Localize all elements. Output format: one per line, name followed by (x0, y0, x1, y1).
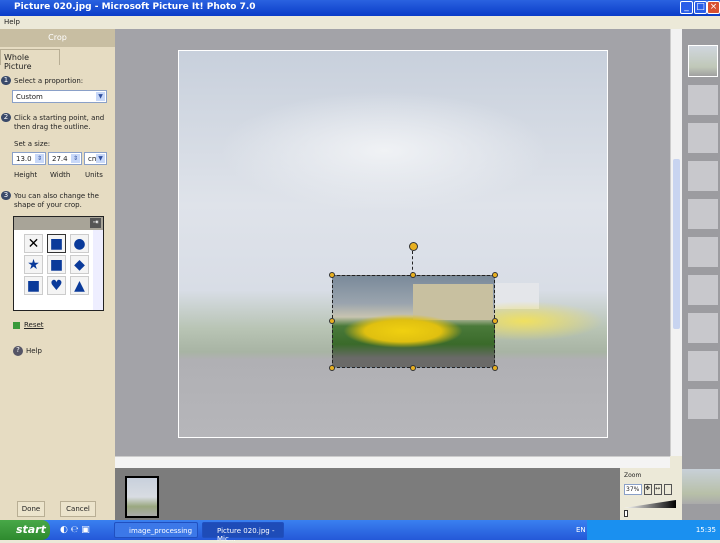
language-indicator[interactable]: EN (576, 526, 586, 534)
shape-rectangle[interactable]: ■ (47, 234, 66, 253)
filmstrip-thumbnail[interactable] (125, 476, 159, 518)
units-label: Units (85, 171, 103, 179)
step-2-badge: 2 (1, 113, 11, 122)
shape-circle[interactable]: ● (70, 234, 89, 253)
system-tray: 15:35 (587, 520, 720, 540)
crop-handle-n[interactable] (410, 272, 416, 278)
crop-handle-e[interactable] (492, 318, 498, 324)
help-link[interactable]: Help (26, 347, 42, 356)
photo-clouds (219, 91, 549, 211)
crop-handle-nw[interactable] (329, 272, 335, 278)
actual-size-icon[interactable] (664, 484, 672, 495)
gallery-header: ⇥ (14, 217, 103, 230)
crop-handle-w[interactable] (329, 318, 335, 324)
minimize-button[interactable]: _ (680, 1, 693, 14)
reset-link[interactable]: Reset (24, 321, 44, 330)
menu-help[interactable]: Help (4, 18, 20, 26)
crop-handle-sw[interactable] (329, 365, 335, 371)
scroll-thumb[interactable] (673, 159, 680, 329)
photo[interactable] (178, 50, 608, 438)
proportion-select[interactable]: Custom ▼ (12, 90, 107, 103)
shape-star[interactable]: ★ (24, 255, 43, 274)
done-button[interactable]: Done (17, 501, 45, 517)
zoom-label: Zoom (624, 472, 642, 479)
panel-header: Crop (0, 29, 115, 47)
shape-arch[interactable]: ▲ (70, 276, 89, 295)
fit-icon[interactable]: ✥ (644, 484, 652, 495)
fit-width-icon[interactable]: ↔ (654, 484, 662, 495)
filmstrip (115, 468, 620, 520)
shape-none[interactable]: ✕ (24, 234, 43, 253)
cancel-button[interactable]: Cancel (60, 501, 96, 517)
crop-handle-s[interactable] (410, 365, 416, 371)
reset-icon (13, 322, 20, 329)
window-title: Picture 020.jpg - Microsoft Picture It! … (14, 2, 256, 12)
units-select[interactable]: cm ▼ (84, 152, 107, 165)
width-label: Width (50, 171, 71, 179)
width-value: 27.4 (52, 155, 68, 163)
tab-whole-picture[interactable]: Whole Picture (0, 49, 60, 71)
crop-handle-se[interactable] (492, 365, 498, 371)
spinner-icon[interactable]: ⇕ (71, 154, 80, 163)
spinner-icon[interactable]: ⇕ (35, 154, 44, 163)
horizontal-scrollbar[interactable] (115, 456, 670, 468)
chevron-down-icon: ▼ (96, 92, 105, 101)
close-button[interactable]: × (707, 1, 720, 14)
gallery-scrollbar[interactable] (93, 230, 103, 310)
task-image-processing[interactable]: image_processing (114, 522, 198, 538)
maximize-button[interactable]: □ (694, 1, 707, 14)
shape-shield[interactable]: ■ (24, 276, 43, 295)
set-size-label: Set a size: (14, 140, 51, 148)
expand-icon[interactable]: ⇥ (90, 218, 101, 228)
step-3-label: You can also change the shape of your cr… (14, 192, 99, 209)
zoom-panel: Zoom 37% ✥ ↔ (620, 468, 682, 520)
photo-yellow-plane (343, 314, 463, 348)
rotate-handle[interactable] (409, 242, 418, 251)
menu-bar: Help (0, 16, 720, 29)
step-1-badge: 1 (1, 76, 11, 85)
task-picture-it[interactable]: Picture 020.jpg - Mic... (202, 522, 284, 543)
image-canvas (115, 29, 670, 456)
thumbnail[interactable] (688, 45, 718, 77)
taskbar: start ◐ ℮ ▣ image_processing Picture 020… (0, 520, 720, 543)
crop-selection[interactable] (332, 275, 495, 368)
height-label: Height (14, 171, 38, 179)
zoom-input[interactable]: 37% (624, 484, 642, 495)
chevron-down-icon: ▼ (96, 154, 105, 163)
title-bar: Picture 020.jpg - Microsoft Picture It! … (0, 0, 720, 16)
vertical-scrollbar[interactable] (670, 29, 682, 456)
proportion-value: Custom (16, 93, 43, 101)
clock: 15:35 (695, 526, 716, 534)
step-2-label: Click a starting point, and then drag th… (14, 114, 105, 131)
height-input[interactable]: 13.0 ⇕ (12, 152, 46, 165)
zoom-slider[interactable] (624, 500, 676, 508)
thumbnail-strip (682, 29, 720, 520)
crop-panel: Crop Whole Picture 1 Select a proportion… (0, 29, 115, 520)
quick-launch-icons[interactable]: ◐ ℮ ▣ (60, 525, 90, 535)
help-icon: ? (13, 346, 23, 356)
width-input[interactable]: 27.4 ⇕ (48, 152, 82, 165)
crop-handle-ne[interactable] (492, 272, 498, 278)
step-3-badge: 3 (1, 191, 11, 200)
start-button[interactable]: start (0, 520, 50, 540)
navigator-preview[interactable] (682, 469, 720, 504)
shape-gallery: ⇥ ✕ ■ ● ★ ■ ◆ ■ ♥ ▲ (13, 216, 104, 311)
zoom-slider-handle[interactable] (624, 510, 628, 517)
thumbnail-slots (688, 85, 718, 425)
shape-rounded-square[interactable]: ■ (47, 255, 66, 274)
height-value: 13.0 (16, 155, 32, 163)
shape-heart[interactable]: ♥ (47, 276, 66, 295)
shape-diamond[interactable]: ◆ (70, 255, 89, 274)
step-1-label: Select a proportion: (14, 77, 84, 85)
